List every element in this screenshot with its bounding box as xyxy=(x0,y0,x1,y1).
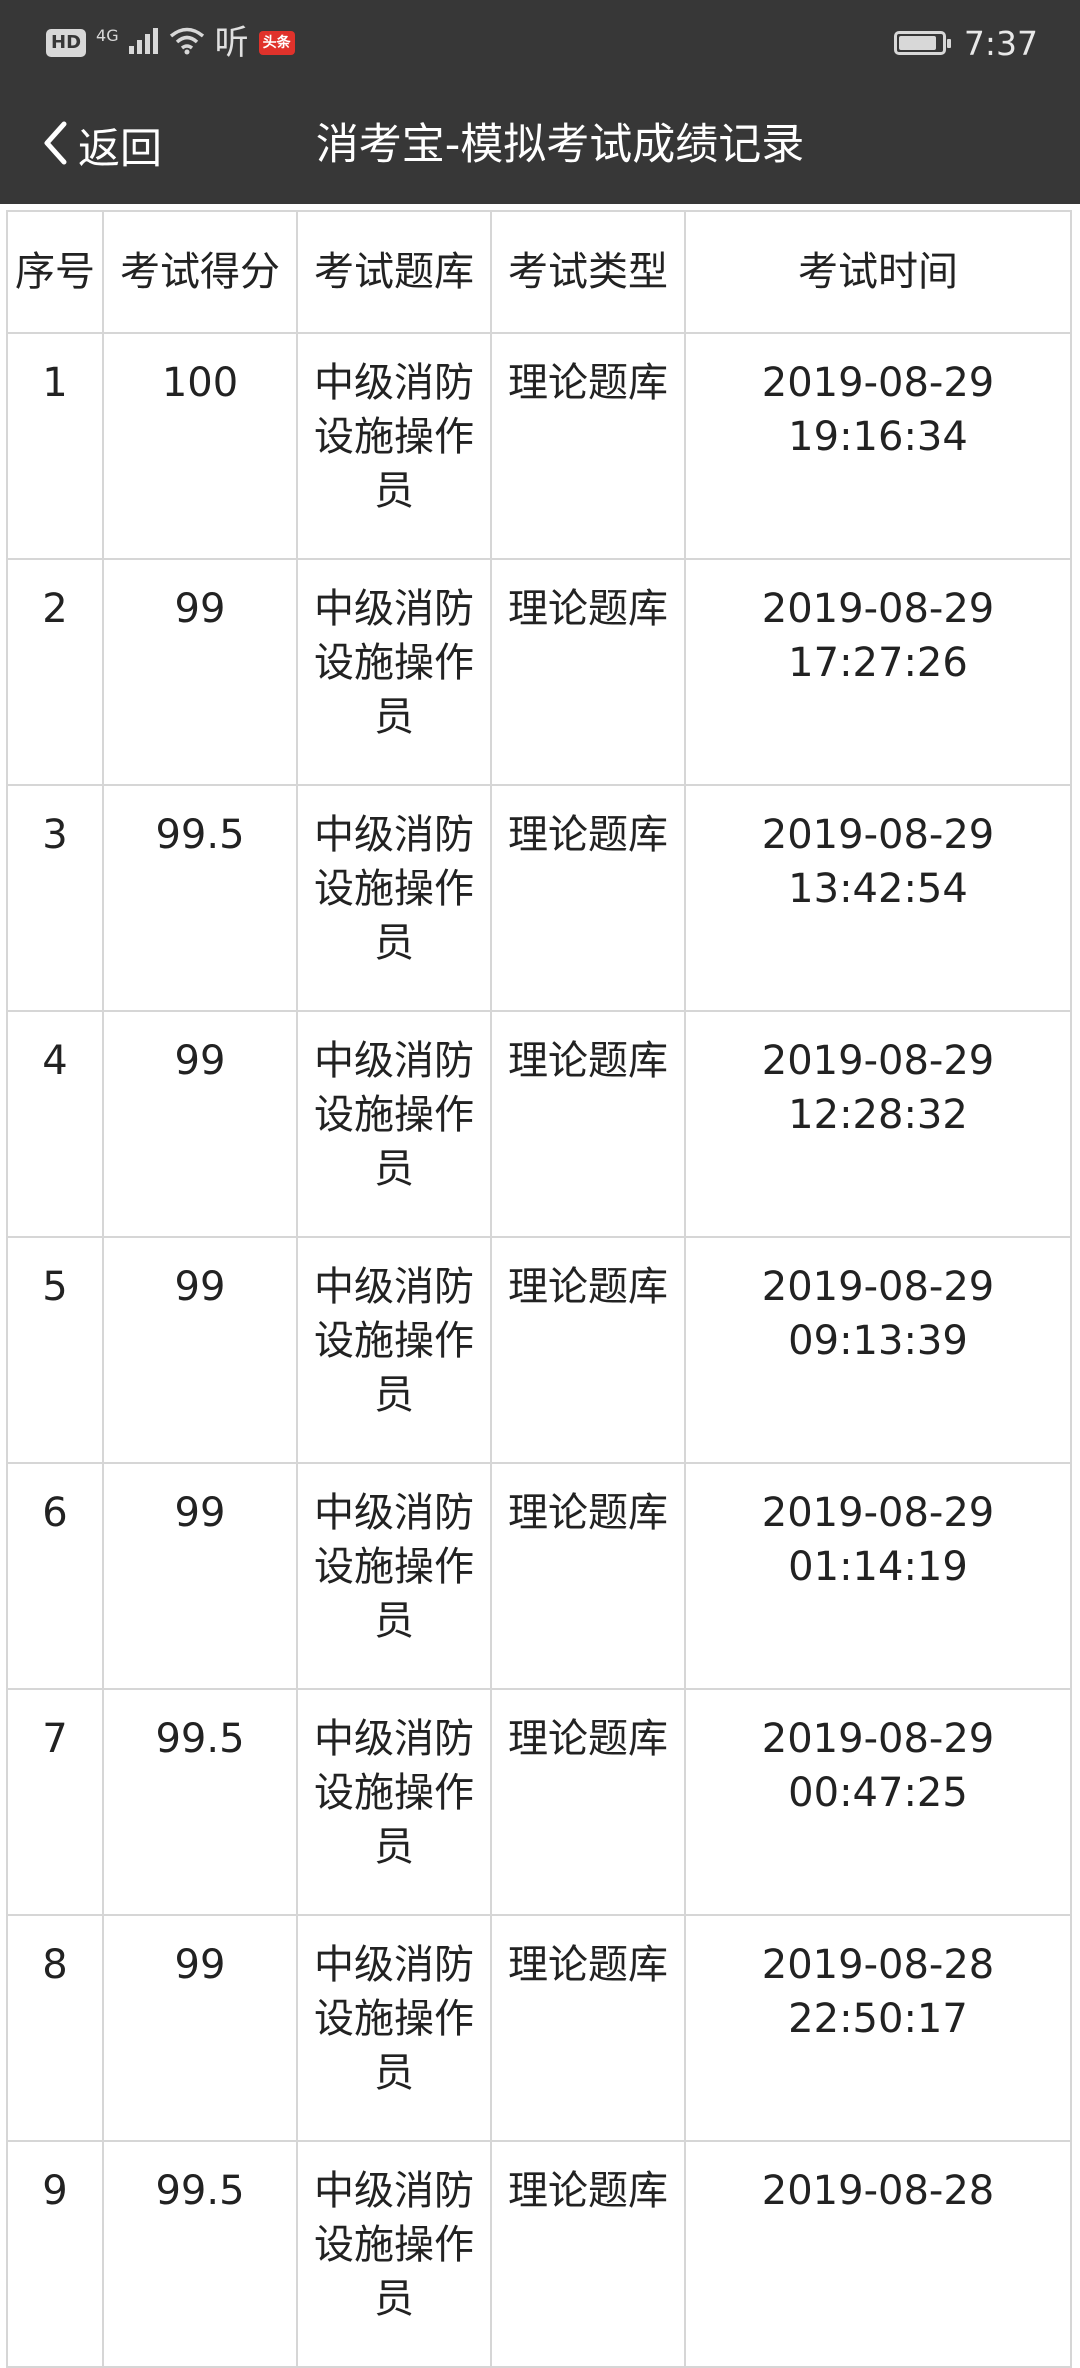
cell-score: 99 xyxy=(102,558,298,786)
cell-score: 99 xyxy=(102,1914,298,2142)
exam-clock-time: 17:27:26 xyxy=(788,640,968,686)
cell-index: 4 xyxy=(6,1010,104,1238)
table-row: 8 99 中级消防设施操作员 理论题库 2019-08-28 22:50:17 xyxy=(6,1914,1072,2142)
table-row: 7 99.5 中级消防设施操作员 理论题库 2019-08-29 00:47:25 xyxy=(6,1688,1072,1916)
cell-score: 99.5 xyxy=(102,2140,298,2368)
cell-index: 5 xyxy=(6,1236,104,1464)
table-header-row: 序号 考试得分 考试题库 考试类型 考试时间 xyxy=(6,210,1072,334)
cell-index: 6 xyxy=(6,1462,104,1690)
table-row: 6 99 中级消防设施操作员 理论题库 2019-08-29 01:14:19 xyxy=(6,1462,1072,1690)
table-row: 3 99.5 中级消防设施操作员 理论题库 2019-08-29 13:42:54 xyxy=(6,784,1072,1012)
exam-clock-time: 13:42:54 xyxy=(788,866,968,912)
cell-time: 2019-08-29 13:42:54 xyxy=(684,784,1072,1012)
cell-score: 99 xyxy=(102,1462,298,1690)
exam-clock-time: 09:13:39 xyxy=(788,1318,968,1364)
cell-bank: 中级消防设施操作员 xyxy=(296,1010,492,1238)
table-row: 9 99.5 中级消防设施操作员 理论题库 2019-08-28 xyxy=(6,2140,1072,2368)
cell-bank: 中级消防设施操作员 xyxy=(296,2140,492,2368)
exam-date: 2019-08-28 xyxy=(761,1942,995,1988)
exam-clock-time: 00:47:25 xyxy=(788,1770,968,1816)
header-time: 考试时间 xyxy=(684,210,1072,334)
cell-bank: 中级消防设施操作员 xyxy=(296,1914,492,2142)
page-title: 消考宝-模拟考试成绩记录 xyxy=(315,120,805,170)
cell-bank: 中级消防设施操作员 xyxy=(296,558,492,786)
table-row: 5 99 中级消防设施操作员 理论题库 2019-08-29 09:13:39 xyxy=(6,1236,1072,1464)
status-left: HD 4G 听 头条 xyxy=(46,22,295,64)
exam-date: 2019-08-29 xyxy=(761,1490,995,1536)
cell-time: 2019-08-29 12:28:32 xyxy=(684,1010,1072,1238)
cell-index: 3 xyxy=(6,784,104,1012)
cell-type: 理论题库 xyxy=(490,332,686,560)
cell-type: 理论题库 xyxy=(490,784,686,1012)
exam-date: 2019-08-29 xyxy=(761,360,995,406)
table-body: 1 100 中级消防设施操作员 理论题库 2019-08-29 19:16:34 2 99 中级… xyxy=(6,332,1072,2368)
cell-time: 2019-08-29 17:27:26 xyxy=(684,558,1072,786)
cell-time: 2019-08-29 00:47:25 xyxy=(684,1688,1072,1916)
cell-bank: 中级消防设施操作员 xyxy=(296,332,492,560)
cell-index: 8 xyxy=(6,1914,104,2142)
clock: 7:37 xyxy=(963,23,1038,63)
cell-type: 理论题库 xyxy=(490,1010,686,1238)
battery-icon xyxy=(893,31,951,55)
cell-score: 100 xyxy=(102,332,298,560)
navigation-bar: 返回 消考宝-模拟考试成绩记录 xyxy=(0,86,1080,204)
table-row: 1 100 中级消防设施操作员 理论题库 2019-08-29 19:16:34 xyxy=(6,332,1072,560)
cell-type: 理论题库 xyxy=(490,1236,686,1464)
network-type: 4G xyxy=(96,25,119,45)
table-row: 4 99 中级消防设施操作员 理论题库 2019-08-29 12:28:32 xyxy=(6,1010,1072,1238)
cell-bank: 中级消防设施操作员 xyxy=(296,784,492,1012)
cell-score: 99.5 xyxy=(102,1688,298,1916)
cell-index: 1 xyxy=(6,332,104,560)
cell-type: 理论题库 xyxy=(490,1688,686,1916)
cell-score: 99 xyxy=(102,1236,298,1464)
cell-time: 2019-08-29 01:14:19 xyxy=(684,1462,1072,1690)
cell-index: 9 xyxy=(6,2140,104,2368)
exam-date: 2019-08-29 xyxy=(761,1264,995,1310)
cell-time: 2019-08-28 xyxy=(684,2140,1072,2368)
cell-type: 理论题库 xyxy=(490,1914,686,2142)
news-app-badge: 头条 xyxy=(258,31,295,55)
cell-bank: 中级消防设施操作员 xyxy=(296,1688,492,1916)
exam-date: 2019-08-29 xyxy=(761,1716,995,1762)
cell-type: 理论题库 xyxy=(490,558,686,786)
cell-time: 2019-08-28 22:50:17 xyxy=(684,1914,1072,2142)
exam-clock-time: 19:16:34 xyxy=(788,414,968,460)
wifi-icon xyxy=(169,27,205,59)
exam-date: 2019-08-29 xyxy=(761,586,995,632)
exam-clock-time: 22:50:17 xyxy=(788,1996,968,2042)
header-type: 考试类型 xyxy=(490,210,686,334)
status-bar: HD 4G 听 头条 7:37 xyxy=(0,0,1080,86)
score-records-table: 序号 考试得分 考试题库 考试类型 考试时间 1 100 中级消防设施操作员 理论题库 2019… xyxy=(6,210,1072,2368)
cell-bank: 中级消防设施操作员 xyxy=(296,1462,492,1690)
cell-index: 7 xyxy=(6,1688,104,1916)
exam-date: 2019-08-28 xyxy=(761,2168,995,2214)
header-index: 序号 xyxy=(6,210,104,334)
cell-time: 2019-08-29 19:16:34 xyxy=(684,332,1072,560)
cell-type: 理论题库 xyxy=(490,2140,686,2368)
exam-clock-time: 12:28:32 xyxy=(788,1092,968,1138)
signal-icon xyxy=(128,28,159,58)
cell-score: 99.5 xyxy=(102,784,298,1012)
cell-time: 2019-08-29 09:13:39 xyxy=(684,1236,1072,1464)
cell-index: 2 xyxy=(6,558,104,786)
cell-type: 理论题库 xyxy=(490,1462,686,1690)
cell-bank: 中级消防设施操作员 xyxy=(296,1236,492,1464)
exam-date: 2019-08-29 xyxy=(761,1038,995,1084)
header-score: 考试得分 xyxy=(102,210,298,334)
table-row: 2 99 中级消防设施操作员 理论题库 2019-08-29 17:27:26 xyxy=(6,558,1072,786)
header-bank: 考试题库 xyxy=(296,210,492,334)
status-right: 7:37 xyxy=(893,20,1038,66)
cell-score: 99 xyxy=(102,1010,298,1238)
battery-level xyxy=(898,36,937,50)
listen-app-icon: 听 xyxy=(214,23,249,63)
hd-indicator: HD xyxy=(46,29,87,57)
exam-date: 2019-08-29 xyxy=(761,812,995,858)
exam-clock-time: 01:14:19 xyxy=(788,1544,968,1590)
